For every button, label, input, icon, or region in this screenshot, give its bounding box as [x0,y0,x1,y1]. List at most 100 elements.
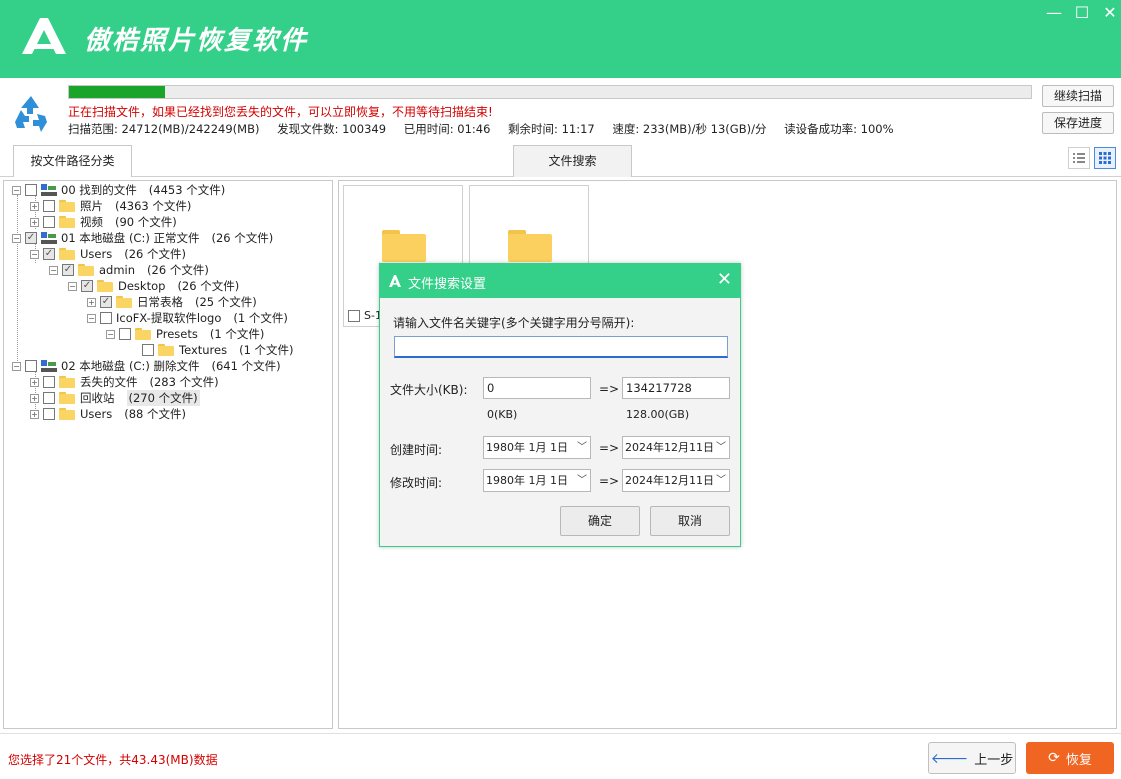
tree-checkbox[interactable]: ✓ [43,248,55,260]
tree-checkbox[interactable] [43,216,55,228]
collapse-icon[interactable]: − [49,265,58,275]
ok-button[interactable]: 确定 [560,506,640,536]
tree-item-daily-tables[interactable]: + ✓ 日常表格 (25 个文件) [87,294,257,310]
file-search-dialog: 文件搜索设置 ✕ 请输入文件名关键字(多个关键字用分号隔开): 文件大小(KB)… [379,263,741,547]
dialog-close-icon[interactable]: ✕ [717,271,732,289]
folder-icon [59,248,75,260]
tree-checkbox[interactable] [142,344,154,356]
modified-to-value: 2024年12月11日 [625,474,714,487]
collapse-icon[interactable]: − [30,249,39,259]
dialog-title: 文件搜索设置 [408,277,487,292]
grid-view-button[interactable] [1094,147,1116,169]
expand-icon[interactable]: + [87,297,96,307]
modified-to-select[interactable]: 2024年12月11日 ﹀ [622,469,730,492]
remaining-time: 剩余时间: 11:17 [508,122,595,136]
collapse-icon[interactable]: − [12,361,21,371]
created-to-value: 2024年12月11日 [625,441,714,454]
tree-item-presets[interactable]: − Presets (1 个文件) [106,326,264,342]
tree-item-videos[interactable]: + 视频 (90 个文件) [30,214,177,230]
modified-time-label: 修改时间: [390,476,443,490]
tree-label: 丢失的文件 [80,375,138,389]
chevron-down-icon: ﹀ [577,442,587,453]
size-arrow: => [599,382,620,396]
folder-icon [59,216,75,228]
tree-checkbox[interactable] [119,328,131,340]
arrow-left-icon: 🡐 [930,750,969,767]
tree-checkbox[interactable] [43,408,55,420]
tree-checkbox[interactable] [43,200,55,212]
collapse-icon[interactable]: − [12,233,21,243]
drive-icon [41,360,57,372]
back-button[interactable]: 🡐 上一步 [928,742,1016,774]
recover-button[interactable]: ⟳ 恢复 [1026,742,1114,774]
scan-speed: 速度: 233(MB)/秒 13(GB)/分 [612,122,767,136]
tree-item-disk-c-deleted[interactable]: − 02 本地磁盘 (C:) 删除文件 (641 个文件) [12,358,281,374]
expand-icon[interactable]: + [30,409,39,419]
folder-icon [97,280,113,292]
expand-icon[interactable]: + [30,217,39,227]
keyword-input[interactable] [394,336,728,358]
folder-icon [158,344,174,356]
expand-icon[interactable]: + [30,201,39,211]
tree-label: Presets [156,327,198,341]
collapse-icon[interactable]: − [12,185,21,195]
tree-item-admin[interactable]: − ✓ admin (26 个文件) [49,262,209,278]
modified-from-select[interactable]: 1980年 1月 1日 ﹀ [483,469,591,492]
tree-item-users-deleted[interactable]: + Users (88 个文件) [30,406,186,422]
tree-count: (1 个文件) [239,343,294,357]
maximize-button[interactable]: ☐ [1073,4,1091,22]
tree-checkbox[interactable] [25,360,37,372]
tree-item-desktop[interactable]: − ✓ Desktop (26 个文件) [68,278,239,294]
collapse-icon[interactable]: − [106,329,115,339]
tree-item-lost-files[interactable]: + 丢失的文件 (283 个文件) [30,374,219,390]
tab-by-path[interactable]: 按文件路径分类 [13,145,132,177]
tree-count: (25 个文件) [195,295,257,309]
chevron-down-icon: ﹀ [716,442,726,453]
tree-checkbox[interactable]: ✓ [100,296,112,308]
tree-label: admin [99,263,136,277]
dialog-logo-icon [389,275,401,287]
tree-checkbox[interactable] [25,184,37,196]
file-card-checkbox[interactable] [348,309,360,322]
drive-icon [41,184,57,196]
tree-label: 02 本地磁盘 (C:) 删除文件 [61,359,200,373]
tree-count: (26 个文件) [211,231,274,245]
tree-count: (26 个文件) [147,263,209,277]
list-view-button[interactable] [1068,147,1090,169]
collapse-icon[interactable]: − [68,281,77,291]
tree-checkbox[interactable] [43,392,55,404]
tree-item-textures[interactable]: Textures (1 个文件) [142,342,294,358]
expand-icon[interactable]: + [30,377,39,387]
tree-item-found-files[interactable]: − 00 找到的文件 (4453 个文件) [12,182,225,198]
tree-checkbox[interactable]: ✓ [81,280,93,292]
tree-item-recycle-bin[interactable]: + 回收站 (270 个文件) [30,390,200,406]
tree-item-disk-c-normal[interactable]: − ✓ 01 本地磁盘 (C:) 正常文件 (26 个文件) [12,230,273,246]
created-from-select[interactable]: 1980年 1月 1日 ﹀ [483,436,591,459]
cancel-button[interactable]: 取消 [650,506,730,536]
tree-checkbox[interactable]: ✓ [62,264,74,276]
size-min-hint: 0(KB) [487,408,518,421]
tree-checkbox[interactable] [43,376,55,388]
tab-file-search[interactable]: 文件搜索 [513,145,632,177]
size-min-input[interactable]: 0 [483,377,591,399]
minimize-button[interactable]: — [1045,4,1063,22]
expand-icon[interactable]: + [30,393,39,403]
recycle-icon [15,96,47,132]
save-progress-button[interactable]: 保存进度 [1042,112,1114,134]
modified-arrow: => [599,474,620,488]
chevron-down-icon: ﹀ [716,475,726,486]
size-max-input[interactable]: 134217728 [622,377,730,399]
collapse-icon[interactable]: − [87,313,96,323]
chevron-down-icon: ﹀ [577,475,587,486]
tree-item-icofx[interactable]: − IcoFX-提取软件logo (1 个文件) [87,310,288,326]
close-button[interactable]: ✕ [1101,4,1119,22]
created-to-select[interactable]: 2024年12月11日 ﹀ [622,436,730,459]
tree-checkbox[interactable]: ✓ [25,232,37,244]
scan-progress-fill [69,86,166,98]
tree-item-users[interactable]: − ✓ Users (26 个文件) [30,246,186,262]
tree-item-photos[interactable]: + 照片 (4363 个文件) [30,198,191,214]
tree-checkbox[interactable] [100,312,112,324]
tree-count: (283 个文件) [149,375,219,389]
continue-scan-button[interactable]: 继续扫描 [1042,85,1114,107]
tree-label: IcoFX-提取软件logo [116,311,222,325]
